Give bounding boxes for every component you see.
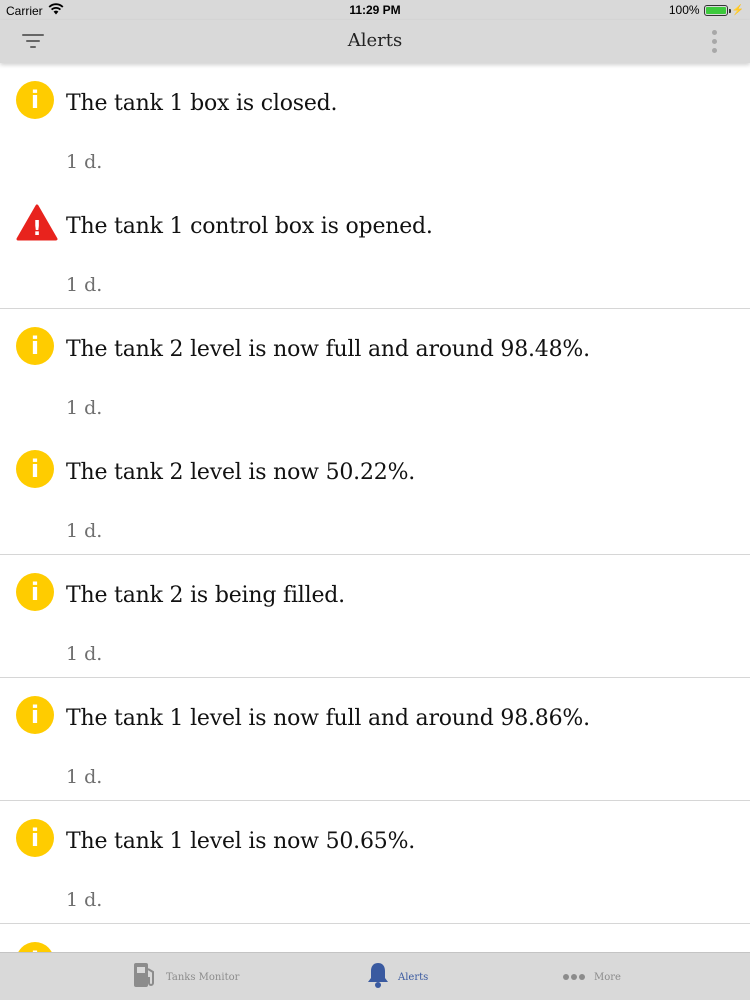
fuel-pump-icon bbox=[132, 961, 158, 994]
bell-icon bbox=[366, 961, 390, 994]
more-vert-icon bbox=[712, 30, 717, 35]
alerts-list[interactable]: i The tank 1 box is closed. 1 d. ! The t… bbox=[0, 63, 750, 952]
battery-percent: 100% bbox=[668, 3, 700, 17]
alert-time: 1 d. bbox=[66, 643, 103, 665]
warning-icon: ! bbox=[16, 204, 58, 244]
charging-icon: ⚡ bbox=[731, 4, 744, 16]
alert-time: 1 d. bbox=[66, 520, 103, 542]
alert-row[interactable]: i The tank 2 level is now 50.22%. 1 d. bbox=[0, 432, 750, 555]
tab-alerts[interactable]: Alerts bbox=[366, 953, 428, 1000]
alert-message: The tank 1 level is now 50.65%. bbox=[66, 829, 416, 854]
alert-message: The tank 1 control box is opened. bbox=[66, 214, 433, 239]
alert-row[interactable]: i The tank 1 level is now full and aroun… bbox=[0, 678, 750, 801]
status-right: 100% ⚡ bbox=[669, 3, 744, 17]
tab-label: Tanks Monitor bbox=[166, 971, 240, 983]
status-time: 11:29 PM bbox=[349, 3, 401, 17]
alert-row[interactable]: i The tank 2 is being filled. 1 d. bbox=[0, 555, 750, 678]
more-options-button[interactable] bbox=[708, 28, 722, 56]
info-icon: i bbox=[16, 819, 56, 859]
info-icon: i bbox=[16, 327, 56, 367]
info-icon: i bbox=[16, 81, 56, 121]
alert-time: 1 d. bbox=[66, 274, 103, 296]
tab-more[interactable]: More bbox=[562, 953, 621, 1000]
alert-message: The tank 1 level is now full and around … bbox=[66, 706, 590, 731]
alert-message: The tank 2 level is now full and around … bbox=[66, 337, 590, 362]
tab-tanks-monitor[interactable]: Tanks Monitor bbox=[132, 953, 239, 1000]
alert-row[interactable]: ! The tank 1 control box is opened. 1 d. bbox=[0, 186, 750, 309]
alert-row[interactable]: i The tank 1 level is now 50.65%. 1 d. bbox=[0, 801, 750, 924]
info-icon: i bbox=[16, 573, 56, 613]
info-icon: i bbox=[16, 450, 56, 490]
alert-message: The tank 2 level is now 50.22%. bbox=[66, 460, 416, 485]
page-title: Alerts bbox=[347, 30, 403, 51]
tab-label: More bbox=[594, 971, 621, 983]
alert-time: 1 d. bbox=[66, 766, 103, 788]
alert-time: 1 d. bbox=[66, 397, 103, 419]
alert-time: 1 d. bbox=[66, 151, 103, 173]
tab-label: Alerts bbox=[398, 971, 429, 983]
battery-icon bbox=[703, 4, 731, 16]
alert-row[interactable]: i The tank 2 level is now full and aroun… bbox=[0, 309, 750, 432]
nav-bar: Alerts bbox=[0, 20, 750, 63]
status-bar: Carrier 11:29 PM 100% ⚡ bbox=[0, 0, 750, 20]
alert-message: The tank 1 box is closed. bbox=[66, 91, 338, 116]
info-icon: i bbox=[16, 942, 56, 952]
alert-row-partial[interactable]: i bbox=[0, 924, 750, 952]
alert-message: The tank 2 is being filled. bbox=[66, 583, 345, 608]
tab-bar: Tanks Monitor Alerts More bbox=[0, 952, 750, 1000]
info-icon: i bbox=[16, 696, 56, 736]
alert-row[interactable]: i The tank 1 box is closed. 1 d. bbox=[0, 63, 750, 186]
more-horiz-icon bbox=[562, 968, 586, 986]
svg-text:!: ! bbox=[32, 216, 41, 240]
alert-time: 1 d. bbox=[66, 889, 103, 911]
